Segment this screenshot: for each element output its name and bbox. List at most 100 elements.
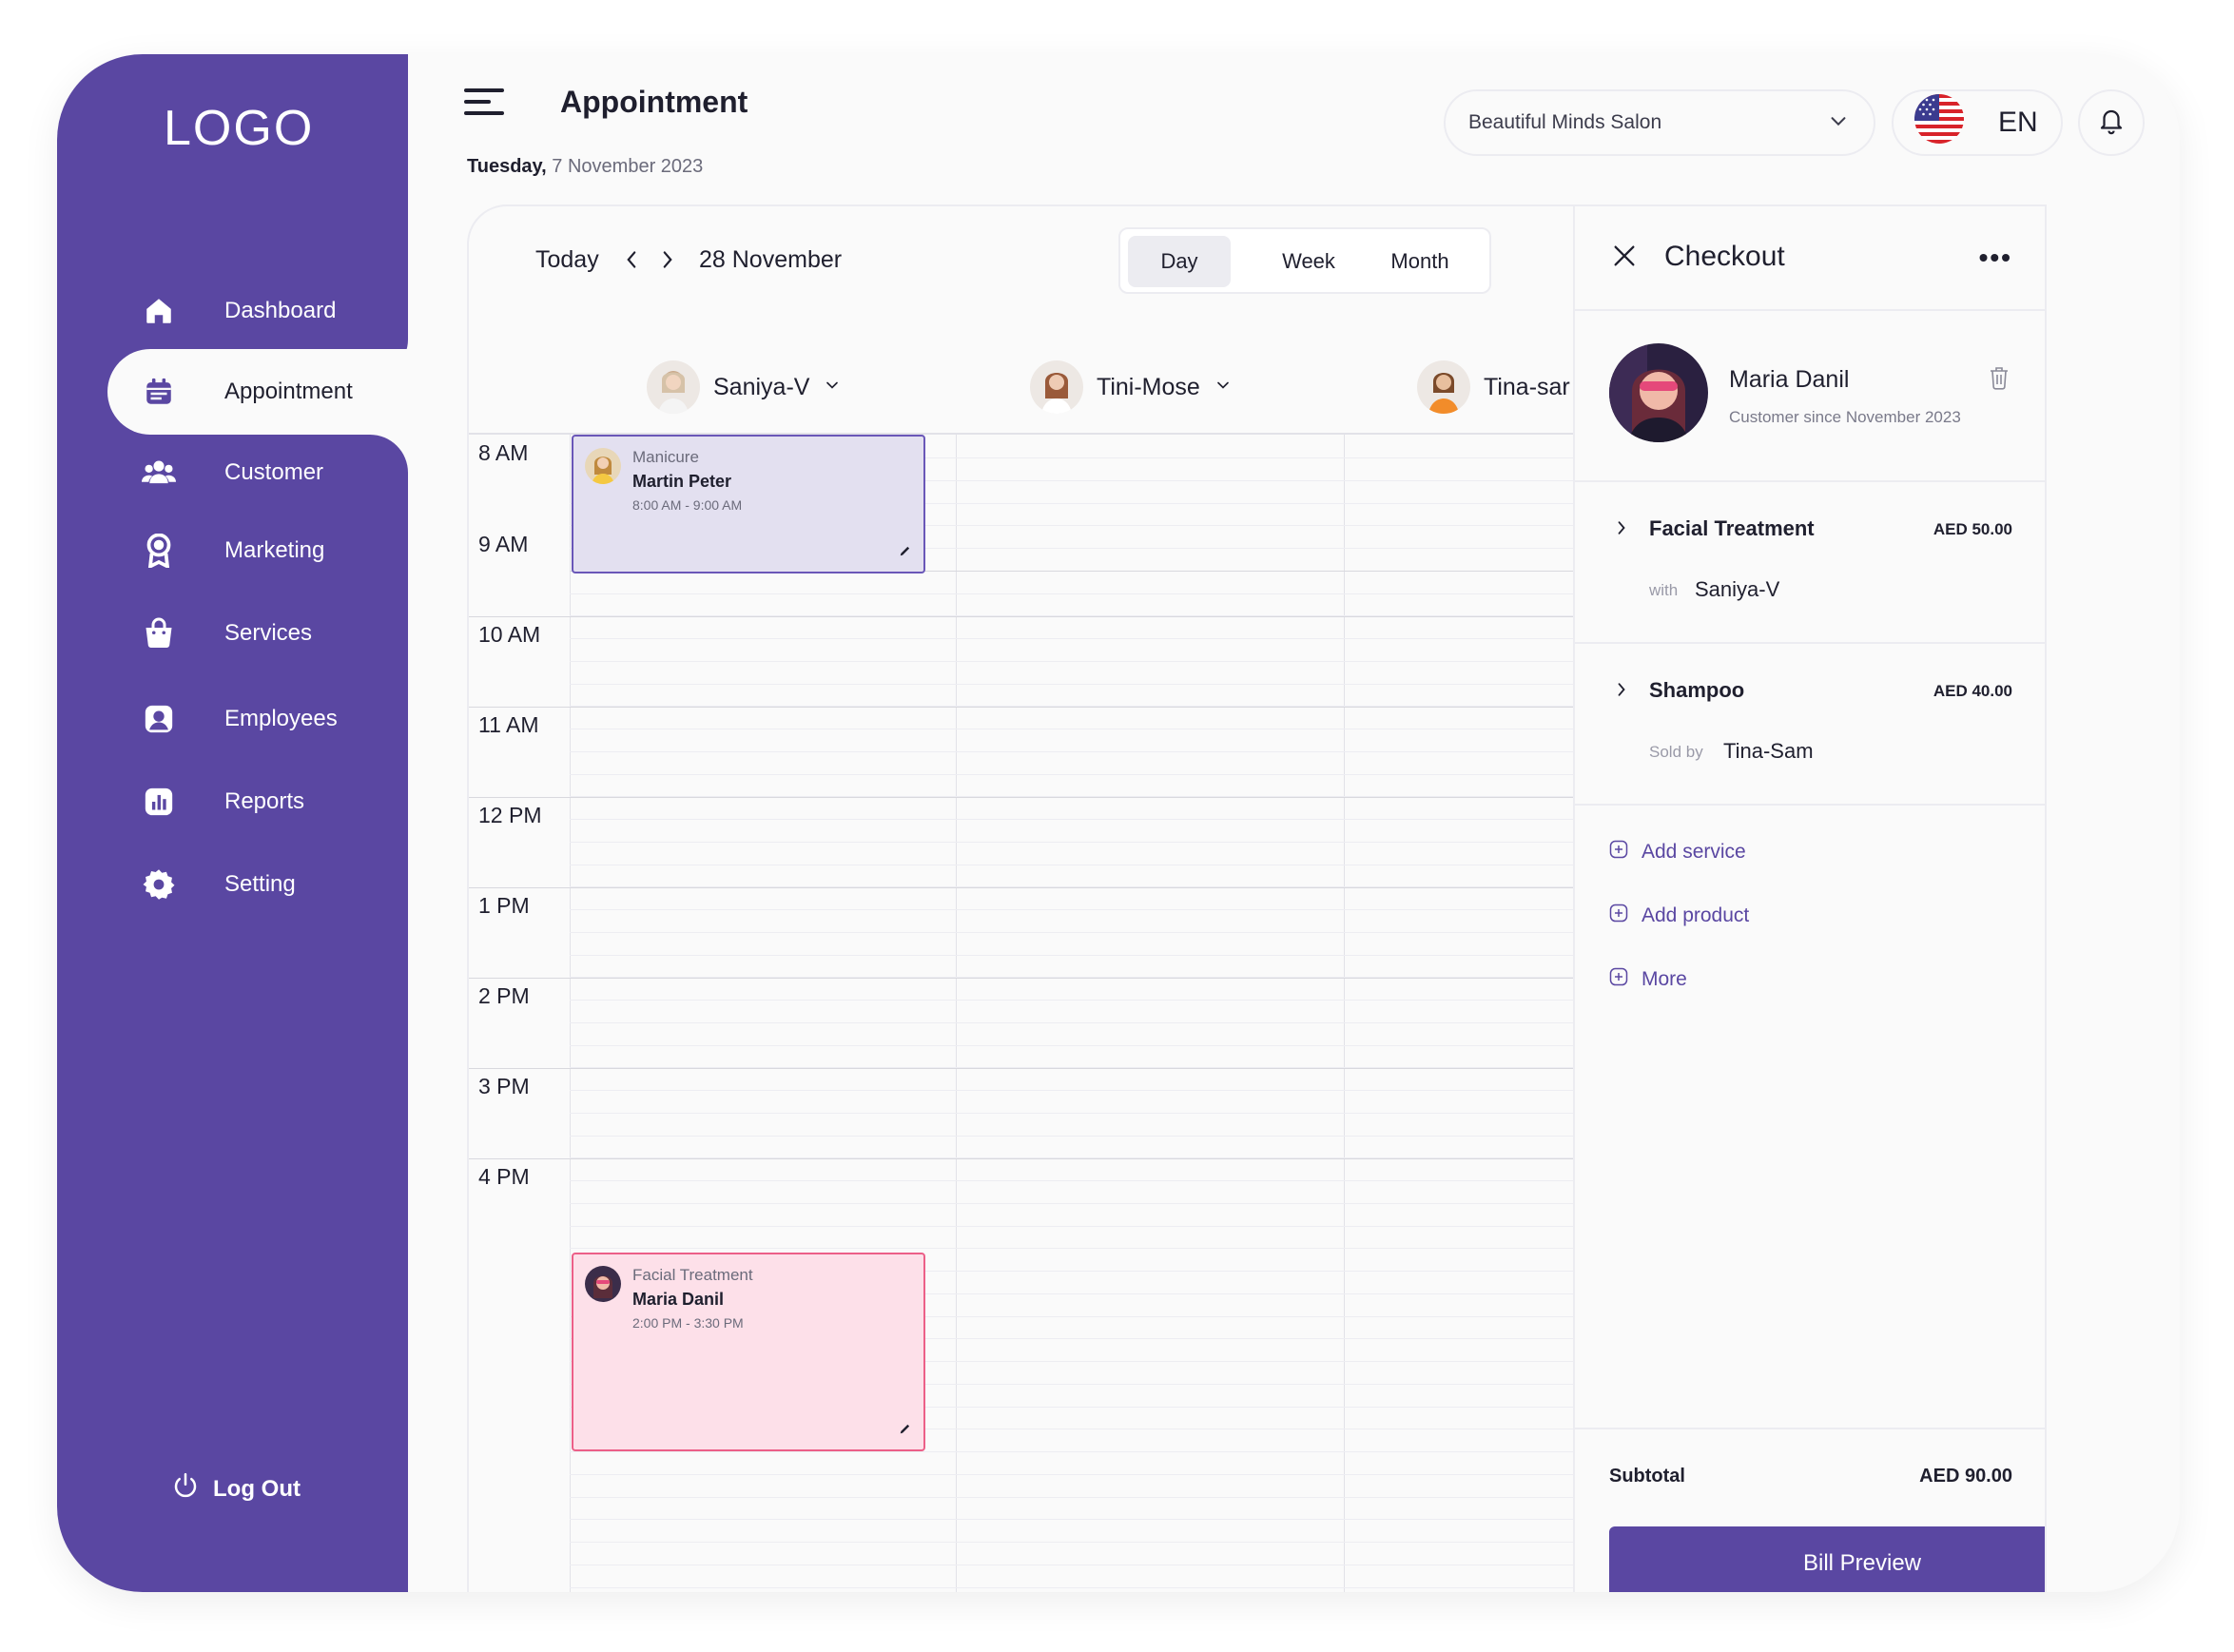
time-label: 4 PM [478,1164,530,1189]
hour-divider [469,616,1573,617]
plus-square-icon [1609,904,1628,928]
line-item-price: AED 40.00 [1933,682,2012,700]
sidebar-item-setting[interactable]: Setting [57,842,408,927]
view-tab-month[interactable]: Month [1368,236,1472,287]
appointment-service: Manicure [632,448,699,466]
chevron-right-icon[interactable] [1615,680,1628,704]
slot-line [570,909,1573,910]
sidebar-item-label: Setting [224,871,296,897]
salon-select[interactable]: Beautiful Minds Salon [1444,89,1875,156]
sidebar: LOGO Dashboard Appointment Customer Mark… [57,54,465,1592]
sidebar-item-customer[interactable]: Customer [57,430,408,515]
edit-icon[interactable] [899,544,912,562]
language-selector[interactable]: EN [1892,89,2063,156]
sidebar-item-services[interactable]: Services [57,591,408,676]
slot-line [570,1587,1573,1588]
sidebar-item-reports[interactable]: Reports [57,759,408,845]
checkout-line-item[interactable]: Facial Treatment AED 50.00 with Saniya-V [1575,482,2045,644]
logout-button[interactable]: Log Out [171,1471,301,1506]
app-frame: LOGO Dashboard Appointment Customer Mark… [57,54,2180,1592]
sidebar-item-label: Dashboard [224,298,337,323]
time-label: 3 PM [478,1074,530,1098]
sidebar-item-label: Appointment [224,379,353,404]
slot-line [570,1067,1573,1068]
avatar [1030,360,1083,414]
appointment-customer: Martin Peter [632,472,732,491]
view-tab-week[interactable]: Week [1263,236,1354,287]
sidebar-item-marketing[interactable]: Marketing [57,508,408,593]
slot-line [570,819,1573,820]
edit-icon[interactable] [899,1422,912,1440]
hour-divider [469,887,1573,888]
more-link[interactable]: More [1609,967,1687,992]
checkout-customer: Maria Danil Customer since November 2023 [1575,311,2045,482]
checkout-panel: Checkout ••• Maria Danil Customer since … [1573,206,2045,1592]
sidebar-item-label: Marketing [224,537,325,563]
hour-divider [469,1158,1573,1159]
menu-toggle-icon[interactable] [464,88,504,119]
slot-line [570,684,1573,685]
bill-preview-button[interactable]: Bill Preview [1609,1526,2045,1592]
home-icon [141,293,177,329]
slot-line [570,1000,1573,1001]
user-badge-icon [141,701,177,737]
sidebar-item-label: Employees [224,706,338,731]
avatar [647,360,700,414]
more-options-icon[interactable]: ••• [1979,243,2012,273]
page-title: Appointment [560,85,748,119]
appointment-service: Facial Treatment [632,1266,753,1284]
sidebar-item-dashboard[interactable]: Dashboard [57,268,408,354]
slot-line [570,1180,1573,1181]
calendar-toolbar: Today 28 November Day Week Month [469,206,1573,330]
slot-line [570,955,1573,956]
hour-divider [469,1068,1573,1069]
avatar [1417,360,1470,414]
sidebar-item-appointment[interactable]: Appointment [107,349,465,435]
subtotal-label: Subtotal [1609,1466,1685,1487]
add-service-link[interactable]: Add service [1609,840,1746,865]
notification-button[interactable] [2078,89,2145,156]
chart-icon [141,784,177,820]
line-item-staff: Tina-Sam [1723,739,1814,763]
close-icon[interactable] [1611,243,1638,274]
more-label: More [1642,968,1687,990]
plus-square-icon [1609,967,1628,992]
slot-line [570,1248,1573,1249]
next-day-icon[interactable] [659,247,676,279]
sidebar-item-employees[interactable]: Employees [57,676,408,762]
us-flag-icon [1914,94,1964,151]
staff-name: Saniya-V [713,373,810,400]
logo: LOGO [164,101,315,156]
current-date: 28 November [699,246,843,273]
gear-icon [141,866,177,903]
customer-name: Maria Danil [1729,366,1850,393]
slot-line [570,1045,1573,1046]
salon-select-value: Beautiful Minds Salon [1468,111,1662,133]
hour-divider [469,707,1573,708]
view-tab-day[interactable]: Day [1128,236,1231,287]
calendar-panel: Today 28 November Day Week Month Saniya-… [467,204,2047,1592]
staff-header-saniya[interactable]: Saniya-V [647,359,842,416]
chevron-right-icon[interactable] [1615,518,1628,542]
checkout-line-item[interactable]: Shampoo AED 40.00 Sold by Tina-Sam [1575,644,2045,806]
sidebar-item-label: Services [224,620,313,646]
line-item-name: Shampoo [1649,678,1745,702]
chevron-down-icon [1214,374,1233,401]
trash-icon[interactable] [1988,364,2011,396]
add-product-link[interactable]: Add product [1609,904,1749,928]
hour-divider [469,978,1573,979]
calendar-icon [141,374,177,410]
time-label: 12 PM [478,803,542,827]
sidebar-item-label: Customer [224,459,324,485]
staff-header-tini[interactable]: Tini-Mose [1030,359,1233,416]
time-label: 11 AM [478,712,539,737]
time-label: 1 PM [478,893,530,918]
slot-line [570,796,1573,797]
logout-label: Log Out [213,1475,301,1502]
award-icon [141,533,177,569]
prev-day-icon[interactable] [623,247,640,279]
appointment-card-facial[interactable]: Facial Treatment Maria Danil 2:00 PM - 3… [572,1253,925,1451]
today-button[interactable]: Today [535,246,599,274]
appointment-card-manicure[interactable]: Manicure Martin Peter 8:00 AM - 9:00 AM [572,435,925,573]
staff-header-tina[interactable]: Tina-sar [1417,359,1570,416]
